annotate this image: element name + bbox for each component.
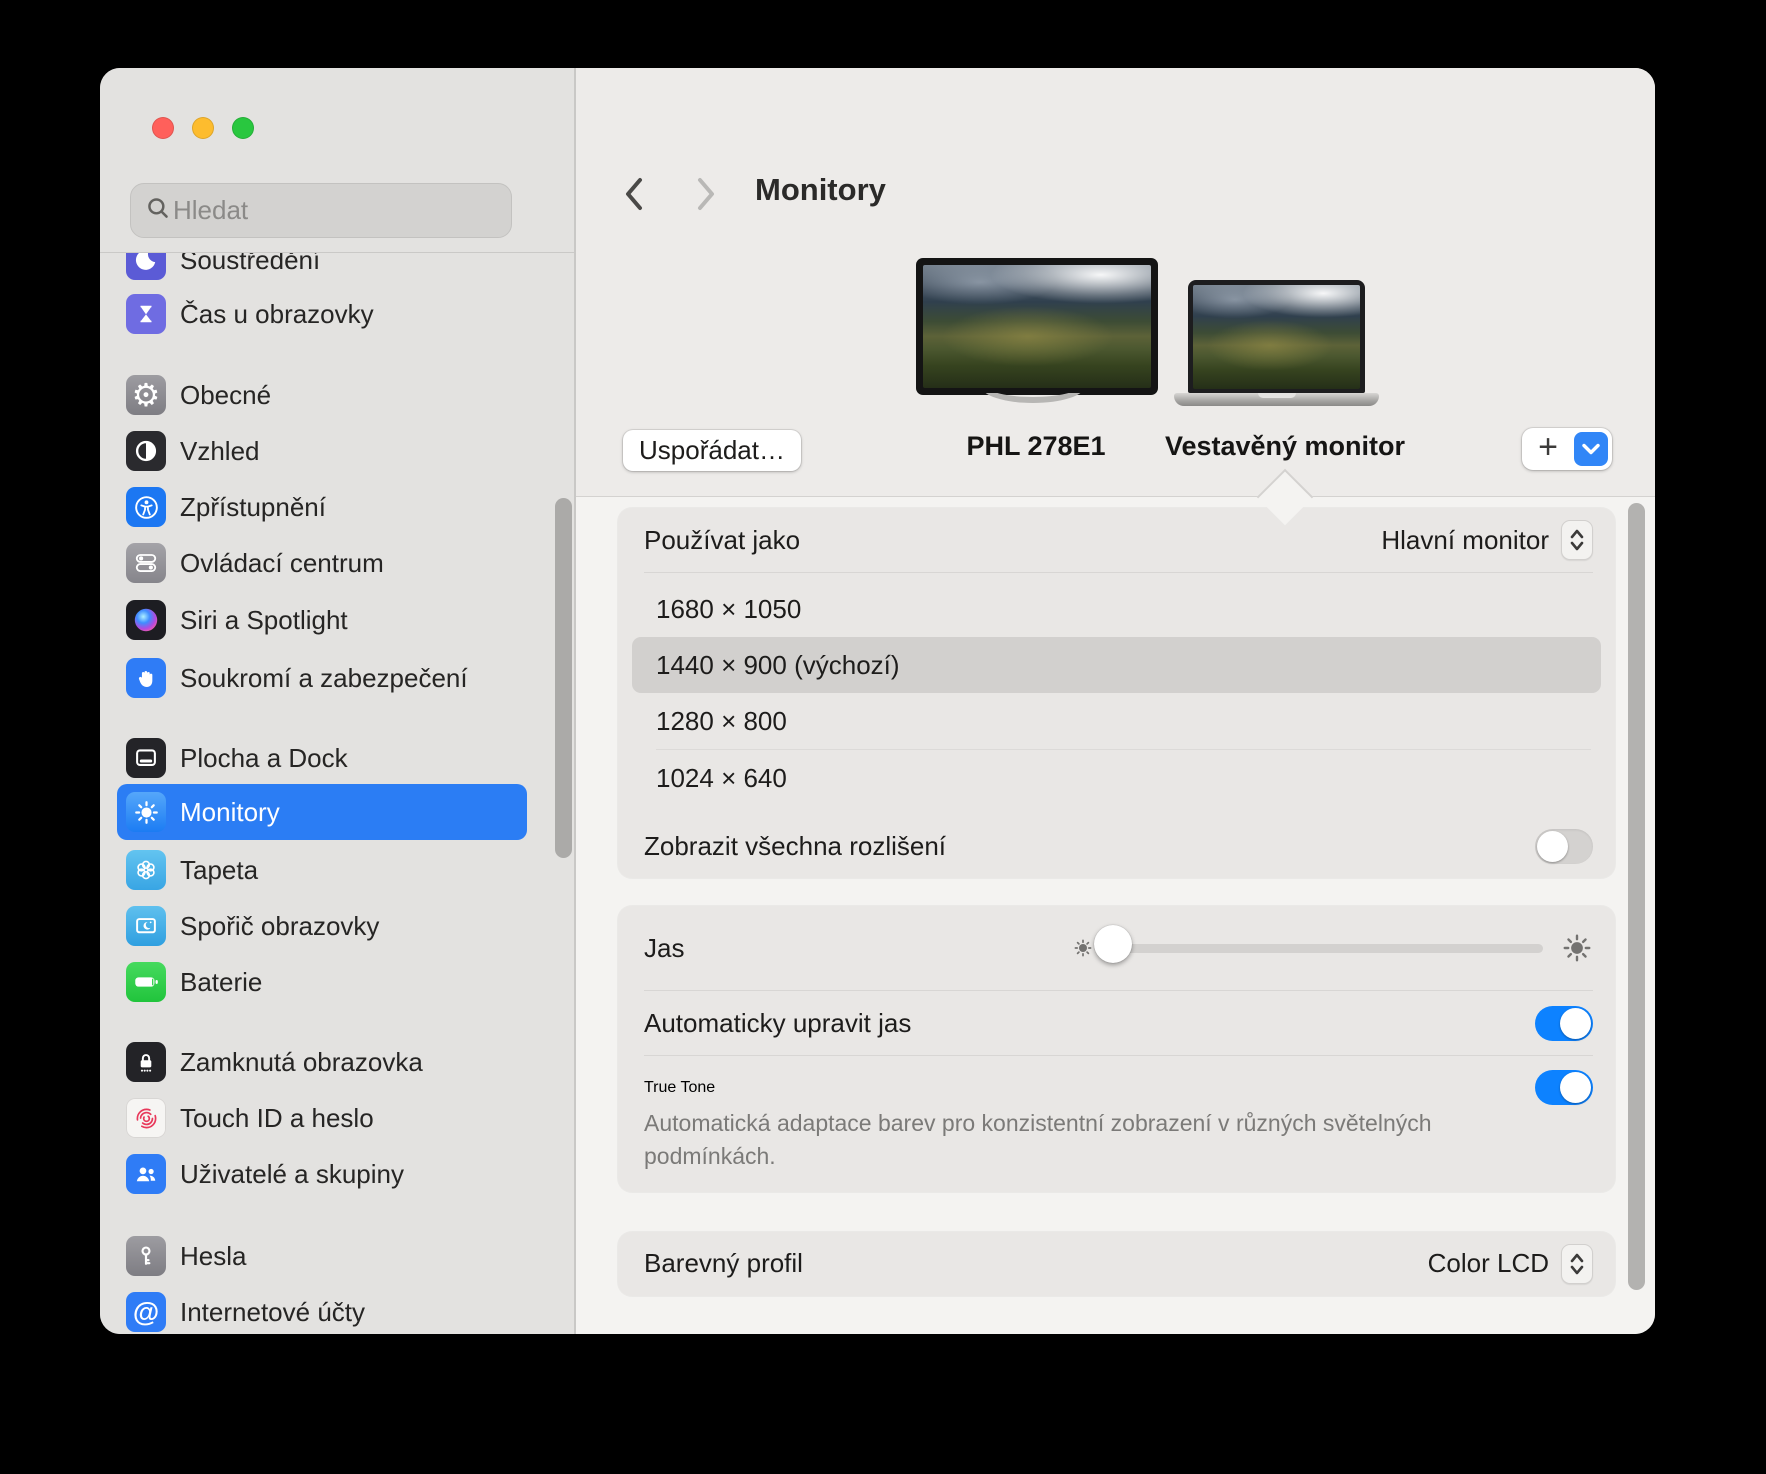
resolution-option[interactable]: 1680 × 1050: [632, 581, 1601, 637]
true-tone-toggle[interactable]: [1535, 1070, 1593, 1105]
sidebar-item-zamknuta-obrazovka[interactable]: Zamknutá obrazovka: [117, 1034, 527, 1090]
moon-icon: [126, 253, 166, 280]
builtin-display-name: Vestavěný monitor: [1164, 431, 1406, 461]
sidebar-item-obecne[interactable]: ⚙ Obecné: [117, 367, 527, 423]
resolution-list: 1680 × 1050 1440 × 900 (výchozí) 1280 × …: [618, 573, 1615, 814]
color-profile-card: Barevný profil Color LCD: [618, 1231, 1615, 1296]
use-as-pulldown[interactable]: Hlavní monitor: [1381, 520, 1593, 560]
brightness-card: Jas Automaticky upravit jas True Tone Au…: [618, 906, 1615, 1192]
lock-icon: [126, 1042, 166, 1082]
resolution-option-selected[interactable]: 1440 × 900 (výchozí): [632, 637, 1601, 693]
hand-icon: [126, 658, 166, 698]
chevron-up-down-icon[interactable]: [1561, 520, 1593, 560]
sidebar-item-vzhled[interactable]: Vzhled: [117, 423, 527, 479]
sidebar-item-monitory[interactable]: Monitory: [117, 784, 527, 840]
sidebar-item-touch-id-a-heslo[interactable]: Touch ID a heslo: [117, 1090, 527, 1146]
sidebar-list: Soustředění Čas u obrazovky ⚙ Obecné Vzh…: [100, 253, 576, 1334]
sun-icon: [126, 792, 166, 832]
sidebar: Soustředění Čas u obrazovky ⚙ Obecné Vzh…: [100, 68, 576, 1334]
page-title: Monitory: [755, 172, 886, 207]
sidebar-item-tapeta[interactable]: Tapeta: [117, 842, 527, 898]
battery-icon: [126, 962, 166, 1002]
zoom-window-button[interactable]: [232, 117, 254, 139]
sidebar-item-siri-a-spotlight[interactable]: Siri a Spotlight: [117, 592, 527, 648]
auto-brightness-toggle[interactable]: [1535, 1005, 1593, 1041]
wallpaper-image: [923, 265, 1151, 388]
sidebar-item-zpristupneni[interactable]: Zpřístupnění: [117, 479, 527, 535]
resolution-option[interactable]: 1024 × 640: [632, 750, 1601, 806]
content-scrollbar[interactable]: [1628, 503, 1645, 1290]
sidebar-item-cas-u-obrazovky[interactable]: Čas u obrazovky: [117, 286, 527, 342]
brightness-row: Jas: [618, 906, 1615, 990]
displays-header: Monitory PHL 278E1 Vestavěný monitor Usp…: [576, 68, 1655, 497]
forward-button[interactable]: [684, 172, 728, 216]
display-stand: [977, 393, 1097, 408]
resolution-card: Používat jako Hlavní monitor 1680 × 1050…: [618, 508, 1615, 878]
show-all-resolutions-row: Zobrazit všechna rozlišení: [618, 814, 1615, 878]
sidebar-item-uzivatele-a-skupiny[interactable]: Uživatelé a skupiny: [117, 1146, 527, 1202]
auto-brightness-row: Automaticky upravit jas: [618, 991, 1615, 1055]
sidebar-item-internetove-ucty[interactable]: @ Internetové účty: [117, 1284, 527, 1334]
plus-icon[interactable]: +: [1522, 428, 1574, 471]
fingerprint-icon: [126, 1098, 166, 1138]
wallpaper-image: [1193, 285, 1360, 389]
arrange-button[interactable]: Uspořádat…: [623, 430, 801, 471]
screensaver-icon: [126, 906, 166, 946]
search-input[interactable]: [171, 194, 510, 227]
sidebar-scrollbar[interactable]: [555, 498, 572, 858]
true-tone-description: Automatická adaptace barev pro konzisten…: [644, 1110, 1432, 1170]
brightness-slider[interactable]: [1094, 924, 1543, 963]
resolution-option[interactable]: 1280 × 800: [632, 693, 1601, 749]
builtin-display-thumbnail[interactable]: [1188, 280, 1365, 393]
back-button[interactable]: [612, 172, 656, 216]
at-icon: @: [126, 1292, 166, 1332]
macbook-base: [1174, 393, 1379, 406]
gear-icon: ⚙: [126, 375, 166, 415]
add-display-dropdown[interactable]: [1574, 432, 1608, 466]
key-icon: [126, 1236, 166, 1276]
users-icon: [126, 1154, 166, 1194]
show-all-resolutions-toggle[interactable]: [1535, 828, 1593, 864]
external-display-thumbnail[interactable]: [916, 258, 1158, 395]
true-tone-row: True Tone: [618, 1056, 1615, 1105]
hourglass-icon: [126, 294, 166, 334]
minimize-window-button[interactable]: [192, 117, 214, 139]
flower-icon: [126, 850, 166, 890]
sidebar-item-soustredeni[interactable]: Soustředění: [117, 253, 527, 288]
chevron-up-down-icon[interactable]: [1561, 1243, 1593, 1284]
siri-icon: [126, 600, 166, 640]
brightness-low-icon: [1074, 939, 1092, 957]
sidebar-item-plocha-a-dock[interactable]: Plocha a Dock: [117, 730, 527, 786]
search-icon: [145, 195, 171, 226]
toggles-icon: [126, 543, 166, 583]
dock-icon: [126, 738, 166, 778]
brightness-high-icon: [1563, 934, 1591, 962]
sidebar-item-ovladaci-centrum[interactable]: Ovládací centrum: [117, 535, 527, 591]
screen: Soustředění Čas u obrazovky ⚙ Obecné Vzh…: [0, 0, 1766, 1474]
sidebar-item-soukromi-a-zabezpeceni[interactable]: Soukromí a zabezpečení: [117, 650, 527, 706]
display-settings: Používat jako Hlavní monitor 1680 × 1050…: [618, 508, 1615, 1296]
appearance-icon: [126, 431, 166, 471]
close-window-button[interactable]: [152, 117, 174, 139]
color-profile-pulldown[interactable]: Color LCD: [1428, 1243, 1593, 1284]
use-as-row: Používat jako Hlavní monitor: [618, 508, 1615, 572]
color-profile-row: Barevný profil Color LCD: [618, 1232, 1615, 1296]
sidebar-item-sporic-obrazovky[interactable]: Spořič obrazovky: [117, 898, 527, 954]
search-field[interactable]: [130, 183, 512, 238]
sidebar-item-baterie[interactable]: Baterie: [117, 954, 527, 1010]
sidebar-item-hesla[interactable]: Hesla: [117, 1228, 527, 1284]
add-display-button[interactable]: +: [1522, 428, 1612, 470]
brightness-slider-thumb[interactable]: [1094, 924, 1132, 963]
accessibility-icon: [126, 487, 166, 527]
detail-pane: Monitory PHL 278E1 Vestavěný monitor Usp…: [576, 68, 1655, 1334]
system-settings-window: Soustředění Čas u obrazovky ⚙ Obecné Vzh…: [100, 68, 1655, 1334]
chevron-down-icon: [1582, 443, 1600, 455]
